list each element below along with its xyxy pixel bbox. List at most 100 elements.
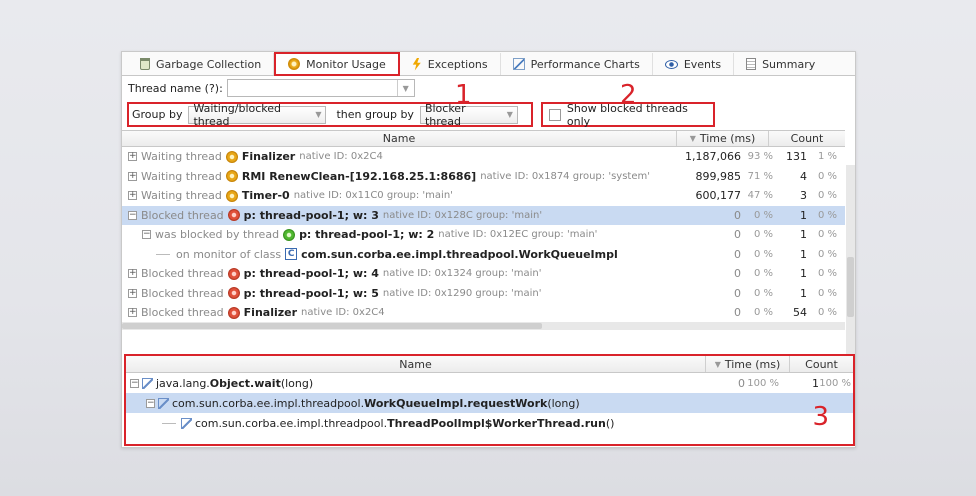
row-meta: native ID: 0x128C group: 'main' bbox=[382, 209, 543, 221]
group-by-select[interactable]: Waiting/blocked thread ▼ bbox=[188, 102, 327, 128]
cell-name: on monitor of class C com.sun.corba.ee.i… bbox=[122, 248, 681, 261]
cell-count: 1 bbox=[800, 267, 807, 281]
threads-table-body: + Waiting thread Finalizer native ID: 0x… bbox=[122, 147, 845, 323]
thread-name-combo[interactable]: ▼ bbox=[226, 79, 415, 97]
cell-count: 1 bbox=[800, 228, 807, 242]
row-meta: native ID: 0x1290 group: 'main' bbox=[382, 287, 542, 299]
chart-icon bbox=[512, 58, 525, 70]
cell-method: − java.lang. Object.wait (long) bbox=[126, 377, 705, 390]
cell-method: − com.sun.corba.ee.impl.threadpool. WorkQ… bbox=[126, 397, 705, 410]
method-name: Object.wait bbox=[209, 376, 281, 390]
row-prefix: Blocked thread bbox=[141, 208, 224, 222]
table-row[interactable]: + Waiting thread Finalizer native ID: 0x… bbox=[122, 147, 845, 167]
table-row[interactable]: − Blocked thread p: thread-pool-1; w: 3 … bbox=[122, 205, 845, 225]
cell-count: 54 bbox=[793, 306, 807, 320]
expand-icon[interactable]: + bbox=[128, 308, 137, 318]
table-row[interactable]: + Waiting thread RMI RenewClean-[192.168… bbox=[122, 167, 845, 187]
scrollbar-thumb[interactable] bbox=[122, 323, 542, 329]
tab-events[interactable]: Events bbox=[653, 53, 735, 75]
column-count[interactable]: Count bbox=[769, 131, 845, 146]
cell-time: 0 bbox=[738, 376, 745, 390]
threads-table-header: Name ▼ Time (ms) Count bbox=[122, 130, 845, 147]
stack-table-header: Name ▼ Time (ms) Count bbox=[126, 356, 853, 373]
thread-state-icon bbox=[225, 189, 238, 202]
row-prefix: Blocked thread bbox=[141, 286, 224, 300]
cell-name: + Blocked thread p: thread-pool-1; w: 5 … bbox=[122, 287, 681, 300]
cell-name: − Blocked thread p: thread-pool-1; w: 3 … bbox=[122, 209, 681, 222]
tab-exceptions[interactable]: Exceptions bbox=[400, 53, 501, 75]
sort-down-icon: ▼ bbox=[689, 134, 696, 143]
show-blocked-checkbox[interactable] bbox=[549, 108, 561, 121]
cell-count-percent: 0 % bbox=[817, 209, 837, 221]
row-prefix: Waiting thread bbox=[141, 150, 222, 164]
cell-count-percent: 0 % bbox=[817, 170, 837, 182]
expand-icon[interactable]: + bbox=[128, 288, 137, 298]
tab-bar: Garbage Collection Monitor Usage Excepti… bbox=[122, 52, 855, 76]
row-prefix: Blocked thread bbox=[141, 306, 224, 320]
scrollbar-thumb[interactable] bbox=[847, 257, 854, 317]
collapse-icon[interactable]: − bbox=[146, 398, 155, 408]
cell-time-percent: 93 % bbox=[747, 151, 773, 163]
cell-time: 0 bbox=[734, 306, 741, 320]
callout-2: 2 bbox=[620, 80, 637, 110]
row-name: Finalizer bbox=[243, 306, 298, 320]
vertical-scrollbar[interactable] bbox=[846, 165, 855, 365]
cell-time: 0 bbox=[734, 228, 741, 242]
cell-time-percent: 47 % bbox=[747, 190, 773, 202]
column-name[interactable]: Name bbox=[122, 131, 677, 146]
table-row[interactable]: + Blocked thread Finalizer native ID: 0x… bbox=[122, 303, 845, 323]
list-item[interactable]: − java.lang. Object.wait (long) 0 100 % 1 … bbox=[126, 373, 853, 393]
cell-name: + Blocked thread p: thread-pool-1; w: 4 … bbox=[122, 267, 681, 280]
tab-garbage-collection[interactable]: Garbage Collection bbox=[128, 53, 275, 75]
method-package: com.sun.corba.ee.impl.threadpool. bbox=[172, 396, 365, 410]
method-args: (long) bbox=[547, 396, 580, 410]
cell-time: 0 bbox=[734, 267, 741, 281]
method-args: () bbox=[605, 416, 615, 430]
row-name: Timer-0 bbox=[241, 189, 290, 203]
cell-count-percent: 0 % bbox=[817, 248, 837, 260]
column-count[interactable]: Count bbox=[790, 356, 853, 372]
cell-count-percent: 0 % bbox=[817, 307, 837, 319]
thread-state-icon bbox=[283, 228, 296, 241]
tab-summary[interactable]: Summary bbox=[734, 53, 827, 75]
cell-time-percent: 0 % bbox=[753, 287, 773, 299]
cell-count: 3 bbox=[800, 189, 807, 203]
collapse-icon[interactable]: − bbox=[130, 378, 139, 388]
column-time[interactable]: ▼ Time (ms) bbox=[706, 356, 790, 372]
cell-time-percent: 0 % bbox=[753, 307, 773, 319]
list-item[interactable]: com.sun.corba.ee.impl.threadpool. ThreadP… bbox=[126, 413, 853, 433]
callout-3: 3 bbox=[812, 402, 829, 432]
horizontal-scrollbar[interactable] bbox=[122, 322, 845, 330]
table-row[interactable]: + Blocked thread p: thread-pool-1; w: 5 … bbox=[122, 284, 845, 304]
column-name[interactable]: Name bbox=[126, 356, 706, 372]
cell-method: com.sun.corba.ee.impl.threadpool. ThreadP… bbox=[126, 417, 705, 430]
method-icon bbox=[158, 397, 169, 409]
column-time[interactable]: ▼ Time (ms) bbox=[677, 131, 769, 146]
thread-state-icon bbox=[227, 209, 240, 222]
table-row[interactable]: − was blocked by thread p: thread-pool-1… bbox=[122, 225, 845, 245]
collapse-icon[interactable]: − bbox=[128, 210, 137, 220]
collapse-icon[interactable]: − bbox=[142, 230, 151, 240]
table-row[interactable]: + Waiting thread Timer-0 native ID: 0x11… bbox=[122, 186, 845, 206]
method-signature: com.sun.corba.ee.impl.threadpool. ThreadP… bbox=[195, 417, 614, 430]
expand-icon[interactable]: + bbox=[128, 269, 137, 279]
row-prefix: Waiting thread bbox=[141, 169, 222, 183]
cell-time: 1,187,066 bbox=[685, 150, 741, 164]
table-row[interactable]: + Blocked thread p: thread-pool-1; w: 4 … bbox=[122, 264, 845, 284]
cell-name: + Waiting thread RMI RenewClean-[192.168… bbox=[122, 170, 681, 183]
group-row: Group by Waiting/blocked thread ▼ then g… bbox=[122, 100, 855, 130]
threads-table: Name ▼ Time (ms) Count + Waiting thread … bbox=[122, 130, 845, 330]
expand-icon[interactable]: + bbox=[128, 171, 137, 181]
expand-icon[interactable]: + bbox=[128, 191, 137, 201]
cell-time-percent: 0 % bbox=[753, 268, 773, 280]
expand-icon[interactable]: + bbox=[128, 152, 137, 162]
tab-monitor-usage[interactable]: Monitor Usage bbox=[274, 52, 400, 76]
column-time-label: Time (ms) bbox=[724, 357, 781, 371]
tab-performance-charts[interactable]: Performance Charts bbox=[501, 53, 653, 75]
table-row[interactable]: on monitor of class C com.sun.corba.ee.i… bbox=[122, 245, 845, 265]
row-name: p: thread-pool-1; w: 5 bbox=[243, 286, 379, 300]
list-item[interactable]: − com.sun.corba.ee.impl.threadpool. WorkQ… bbox=[126, 393, 853, 413]
group-by-label: Group by bbox=[132, 108, 183, 121]
chevron-down-icon[interactable]: ▼ bbox=[396, 80, 414, 96]
chevron-down-icon: ▼ bbox=[315, 110, 322, 119]
